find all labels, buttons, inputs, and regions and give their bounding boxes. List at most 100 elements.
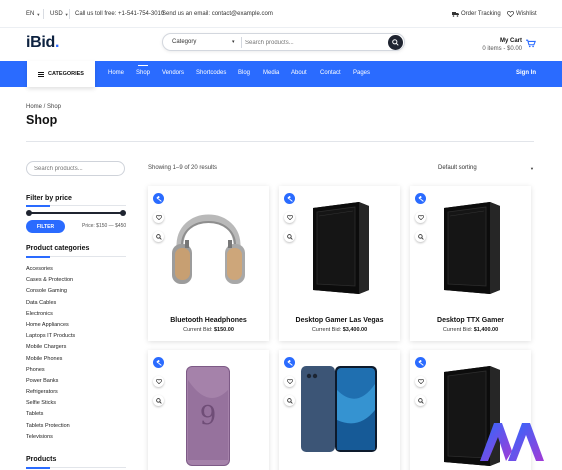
categories-button[interactable]: CATEGORIES bbox=[27, 61, 95, 87]
search-icon bbox=[417, 397, 424, 404]
nav-media[interactable]: Media bbox=[263, 70, 279, 76]
category-select[interactable]: Category bbox=[172, 39, 196, 45]
wishlist-button[interactable] bbox=[153, 212, 164, 223]
product-card[interactable]: 9 bbox=[148, 350, 269, 470]
category-link[interactable]: Electronics bbox=[26, 309, 75, 320]
page-title: Shop bbox=[26, 113, 58, 127]
product-title[interactable]: Desktop Gamer Las Vegas bbox=[279, 317, 400, 324]
price-slider-min-handle[interactable] bbox=[26, 210, 32, 216]
filter-button[interactable]: FILTER bbox=[26, 220, 65, 233]
site-logo[interactable]: iBid. bbox=[26, 34, 59, 52]
category-link[interactable]: Data Cables bbox=[26, 298, 75, 309]
bid-amount: $1,400.00 bbox=[473, 327, 499, 333]
product-image-headphones[interactable] bbox=[148, 186, 269, 306]
category-link[interactable]: Home Appliances bbox=[26, 320, 75, 331]
price-range-text: Price: $150 — $450 bbox=[82, 223, 127, 229]
product-card[interactable]: Desktop TTX Gamer Current Bid: $1,400.00 bbox=[410, 186, 531, 341]
bid-label: Current Bid: bbox=[311, 327, 342, 333]
category-link[interactable]: Console Gaming bbox=[26, 286, 75, 297]
wishlist-button[interactable] bbox=[415, 376, 426, 387]
cart-icon[interactable] bbox=[526, 39, 536, 48]
order-tracking-link[interactable]: Order Tracking bbox=[452, 11, 501, 17]
category-link[interactable]: Televisions bbox=[26, 432, 75, 443]
heart-icon bbox=[155, 215, 162, 220]
category-link[interactable]: Accesories bbox=[26, 264, 75, 275]
category-link[interactable]: Cases & Protection bbox=[26, 275, 75, 286]
auction-badge bbox=[153, 357, 164, 368]
search-icon bbox=[155, 397, 162, 404]
search-icon bbox=[286, 397, 293, 404]
category-link[interactable]: Power Banks bbox=[26, 376, 75, 387]
product-title[interactable]: Bluetooth Headphones bbox=[148, 317, 269, 324]
wishlist-button[interactable] bbox=[284, 212, 295, 223]
top-bar: EN ▼ USD ▼ Call us toll free: +1-541-754… bbox=[0, 0, 562, 28]
quick-view-button[interactable] bbox=[284, 231, 295, 242]
nav-shop[interactable]: Shop bbox=[136, 65, 150, 76]
nav-blog[interactable]: Blog bbox=[238, 70, 250, 76]
search-input[interactable] bbox=[245, 37, 385, 48]
wishlist-link[interactable]: Wishlist bbox=[507, 11, 537, 17]
product-image-pc-tower[interactable] bbox=[279, 186, 400, 306]
price-slider-max-handle[interactable] bbox=[120, 210, 126, 216]
email-text: Send us an email: contact@example.com bbox=[162, 11, 273, 17]
product-image-phone-blue[interactable] bbox=[279, 350, 400, 470]
sorting-select[interactable]: Default sorting bbox=[438, 165, 477, 171]
product-card[interactable] bbox=[279, 350, 400, 470]
category-link[interactable]: Mobile Phones bbox=[26, 354, 75, 365]
watermark-logo bbox=[480, 423, 544, 461]
product-title[interactable]: Desktop TTX Gamer bbox=[410, 317, 531, 324]
nav-pages[interactable]: Pages bbox=[353, 70, 370, 76]
quick-view-button[interactable] bbox=[153, 231, 164, 242]
product-categories-heading: Product categories bbox=[26, 245, 90, 252]
language-selector[interactable]: EN ▼ bbox=[26, 11, 40, 17]
header-search: Category ▾ bbox=[162, 33, 405, 51]
nav-shortcodes[interactable]: Shortcodes bbox=[196, 70, 226, 76]
heart-icon bbox=[155, 379, 162, 384]
category-link[interactable]: Mobile Chargers bbox=[26, 342, 75, 353]
divider bbox=[26, 141, 534, 142]
quick-view-button[interactable] bbox=[415, 395, 426, 406]
search-icon bbox=[392, 39, 399, 46]
nav-vendors[interactable]: Vendors bbox=[162, 70, 184, 76]
heart-icon bbox=[507, 11, 514, 17]
product-image-pc-tower[interactable] bbox=[410, 186, 531, 306]
phone-text: Call us toll free: +1-541-754-3010 bbox=[75, 11, 165, 17]
sidebar-search-input[interactable] bbox=[26, 161, 125, 176]
price-slider[interactable] bbox=[26, 210, 126, 216]
heading-underline bbox=[26, 255, 126, 258]
wishlist-button[interactable] bbox=[415, 212, 426, 223]
cart-title: My Cart bbox=[499, 38, 522, 44]
quick-view-button[interactable] bbox=[284, 395, 295, 406]
category-link[interactable]: Phones bbox=[26, 365, 75, 376]
mini-cart[interactable]: My Cart 0 items - $0.00 bbox=[482, 37, 522, 53]
currency-selector[interactable]: USD ▼ bbox=[50, 11, 69, 17]
heart-icon bbox=[417, 379, 424, 384]
chevron-down-icon[interactable]: ▾ bbox=[232, 39, 235, 45]
product-card[interactable]: Desktop Gamer Las Vegas Current Bid: $3,… bbox=[279, 186, 400, 341]
breadcrumb[interactable]: Home / Shop bbox=[26, 104, 61, 110]
category-link[interactable]: Refrigerators bbox=[26, 387, 75, 398]
product-card[interactable]: Bluetooth Headphones Current Bid: $150.0… bbox=[148, 186, 269, 341]
product-image-phone-purple[interactable]: 9 bbox=[148, 350, 269, 470]
truck-icon bbox=[452, 12, 459, 17]
wishlist-button[interactable] bbox=[153, 376, 164, 387]
products-heading: Products bbox=[26, 456, 57, 463]
nav-home[interactable]: Home bbox=[108, 70, 124, 76]
category-list: Accesories Cases & Protection Console Ga… bbox=[26, 264, 75, 443]
gavel-icon bbox=[155, 359, 162, 366]
sign-in-link[interactable]: Sign In bbox=[516, 70, 536, 76]
category-link[interactable]: Tablets bbox=[26, 409, 75, 420]
chevron-down-icon[interactable]: ▼ bbox=[530, 166, 534, 171]
heading-underline bbox=[26, 204, 126, 207]
order-tracking-label: Order Tracking bbox=[461, 11, 501, 17]
search-button[interactable] bbox=[388, 35, 403, 50]
bid-label: Current Bid: bbox=[183, 327, 213, 333]
category-link[interactable]: Laptops IT Products bbox=[26, 331, 75, 342]
wishlist-button[interactable] bbox=[284, 376, 295, 387]
nav-contact[interactable]: Contact bbox=[320, 70, 341, 76]
nav-about[interactable]: About bbox=[291, 70, 307, 76]
category-link[interactable]: Selfie Sticks bbox=[26, 398, 75, 409]
quick-view-button[interactable] bbox=[153, 395, 164, 406]
quick-view-button[interactable] bbox=[415, 231, 426, 242]
category-link[interactable]: Tablets Protection bbox=[26, 421, 75, 432]
